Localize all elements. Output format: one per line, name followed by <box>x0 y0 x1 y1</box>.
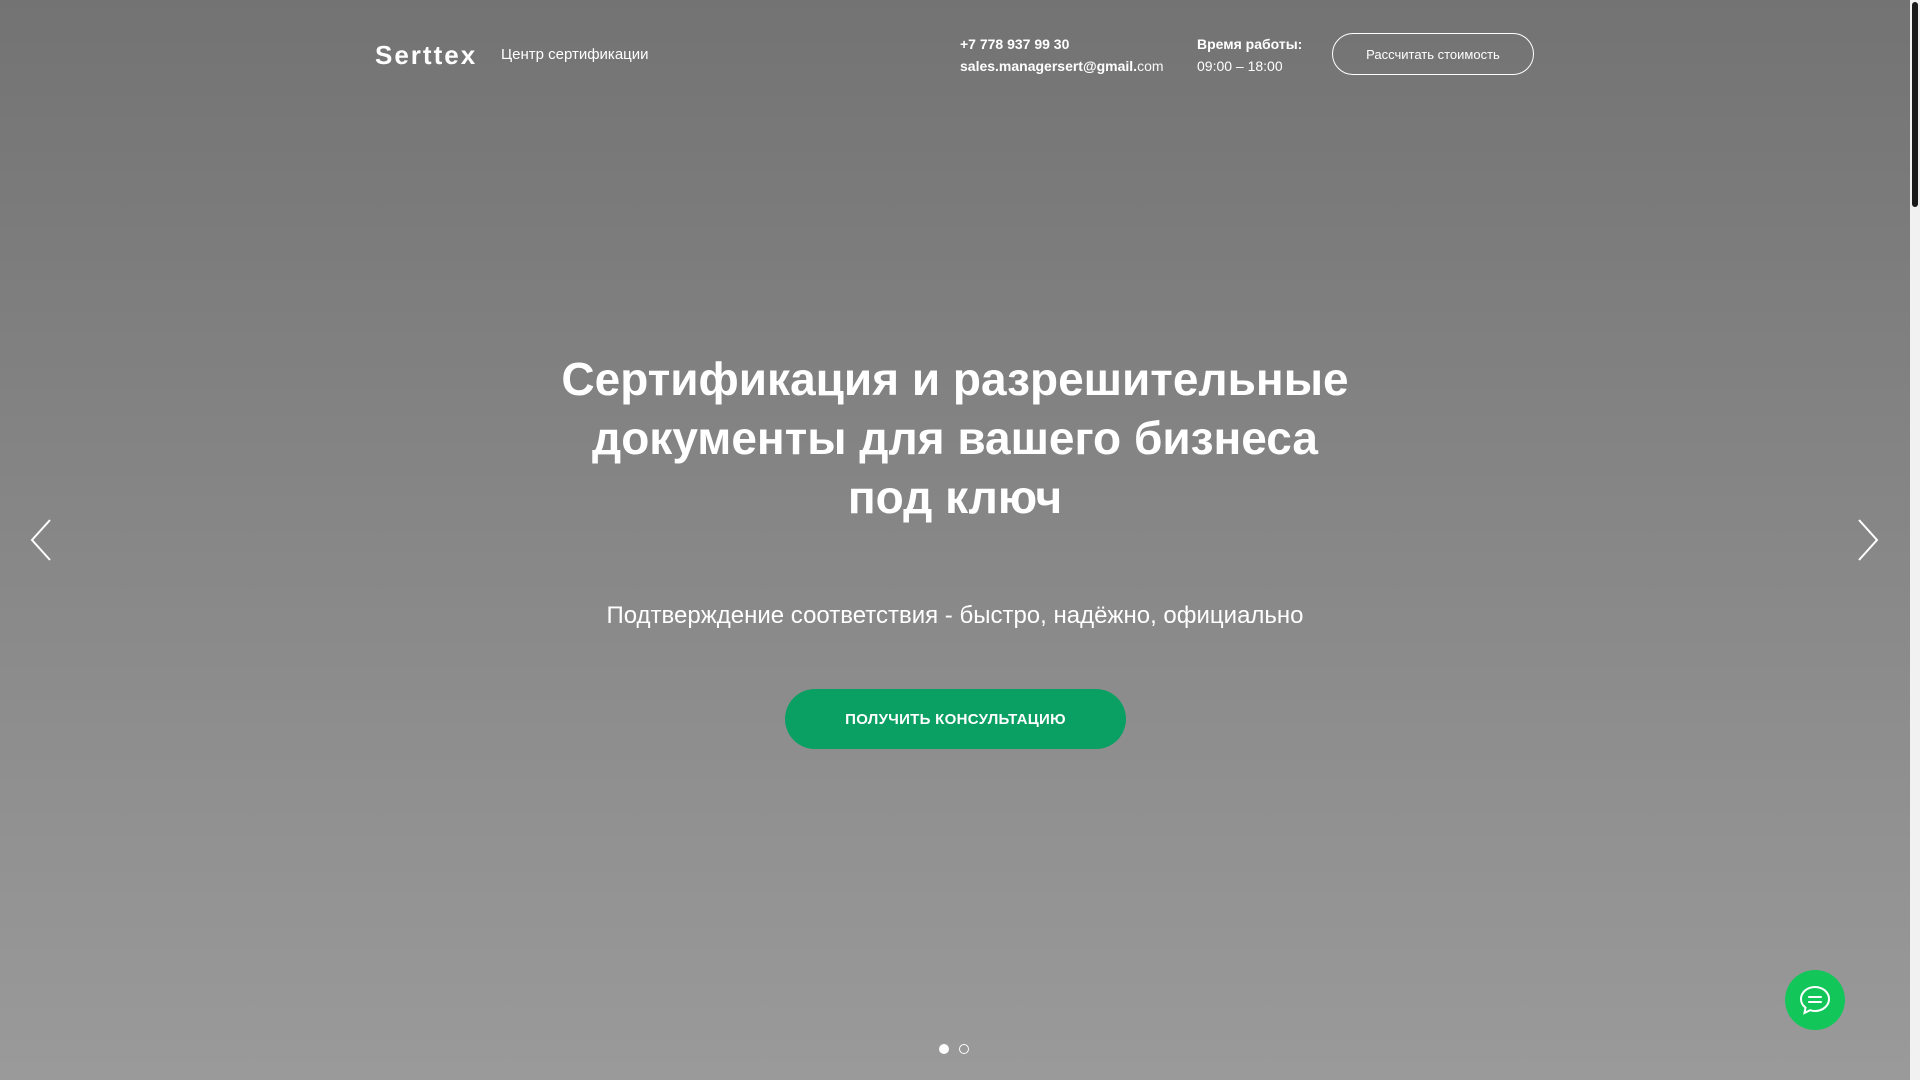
scrollbar-thumb[interactable] <box>1912 2 1918 207</box>
hero-title-line: под ключ <box>847 471 1063 523</box>
phone-link[interactable]: +7 778 937 99 30 <box>960 33 1164 55</box>
chat-bubble-icon <box>1799 985 1831 1015</box>
slider-dot-1[interactable] <box>939 1044 949 1054</box>
slider-next-button[interactable] <box>1853 518 1883 562</box>
page-scrollbar[interactable] <box>1910 0 1920 1080</box>
slider-prev-button[interactable] <box>26 518 56 562</box>
hero-title: Сертификация и разрешительные документы … <box>455 350 1455 527</box>
slider-dots <box>939 1044 969 1054</box>
chevron-left-icon <box>30 519 51 561</box>
chevron-right-icon <box>1858 519 1879 561</box>
chat-widget-button[interactable] <box>1785 970 1845 1030</box>
hero-title-line: документы для вашего бизнеса <box>592 412 1318 464</box>
contact-info: +7 778 937 99 30 sales.managersert@gmail… <box>960 33 1164 77</box>
working-hours-value: 09:00 – 18:00 <box>1197 58 1283 74</box>
site-tagline: Центр сертификации <box>501 46 649 63</box>
working-hours-label: Время работы: <box>1197 36 1303 52</box>
slider-dot-2[interactable] <box>959 1044 969 1054</box>
get-consultation-button[interactable]: ПОЛУЧИТЬ КОНСУЛЬТАЦИЮ <box>785 689 1126 749</box>
hero-subtitle: Подтверждение соответствия - быстро, над… <box>606 602 1304 629</box>
email-link[interactable]: sales.managersert@gmail.com <box>960 55 1164 77</box>
page: Serttex Центр сертификации +7 778 937 99… <box>0 0 1920 1080</box>
logo[interactable]: Serttex <box>375 40 477 71</box>
hero-title-line: Сертификация и разрешительные <box>561 353 1349 405</box>
email-domain: com <box>1137 58 1164 74</box>
site-header: Serttex Центр сертификации +7 778 937 99… <box>0 0 1910 110</box>
working-hours: Время работы: 09:00 – 18:00 <box>1197 33 1302 77</box>
email-user: sales.managersert@gmail. <box>960 58 1138 74</box>
calculate-cost-button[interactable]: Рассчитать стоимость <box>1332 33 1534 75</box>
